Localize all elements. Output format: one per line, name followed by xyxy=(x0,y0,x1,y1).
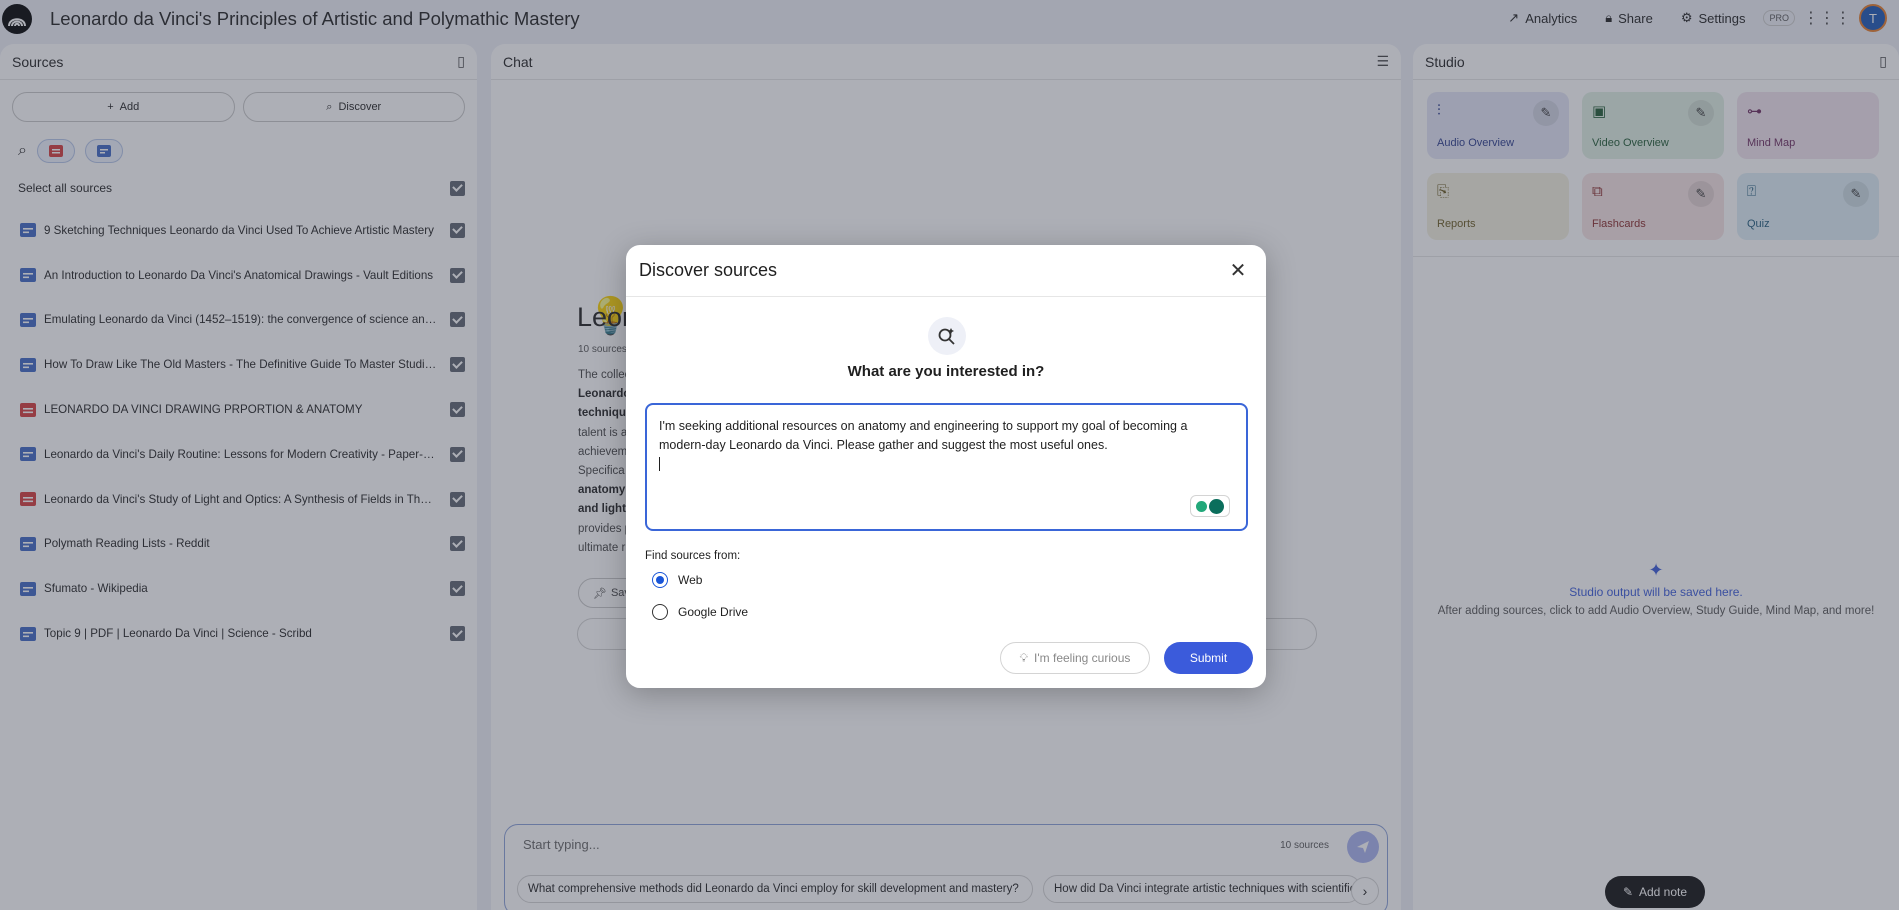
submit-button[interactable]: Submit xyxy=(1164,642,1253,674)
web-radio[interactable] xyxy=(652,572,668,588)
grammar-extension-icon[interactable] xyxy=(1190,495,1230,517)
dialog-title: Discover sources xyxy=(639,260,778,280)
discover-icon xyxy=(928,317,966,355)
dialog-question: What are you interested in? xyxy=(847,363,1045,380)
google-drive-option-label: Google Drive xyxy=(678,605,749,619)
close-icon[interactable]: ✕ xyxy=(1224,257,1252,285)
discover-sources-dialog: Discover sources ✕ What are you interest… xyxy=(626,245,1266,688)
interest-textarea[interactable]: I'm seeking additional resources on anat… xyxy=(645,403,1248,531)
find-sources-label: Find sources from: xyxy=(645,550,741,562)
interest-text: I'm seeking additional resources on anat… xyxy=(659,419,1188,452)
web-option-label: Web xyxy=(678,573,703,587)
google-drive-option[interactable]: Google Drive xyxy=(652,604,748,620)
text-cursor xyxy=(659,457,660,471)
google-drive-radio[interactable] xyxy=(652,604,668,620)
feeling-curious-label: I'm feeling curious xyxy=(1034,651,1131,665)
web-option[interactable]: Web xyxy=(652,572,702,588)
feeling-curious-button[interactable]: 💡︎ I'm feeling curious xyxy=(1000,642,1150,674)
lightbulb-icon: 💡︎ xyxy=(1019,650,1029,665)
